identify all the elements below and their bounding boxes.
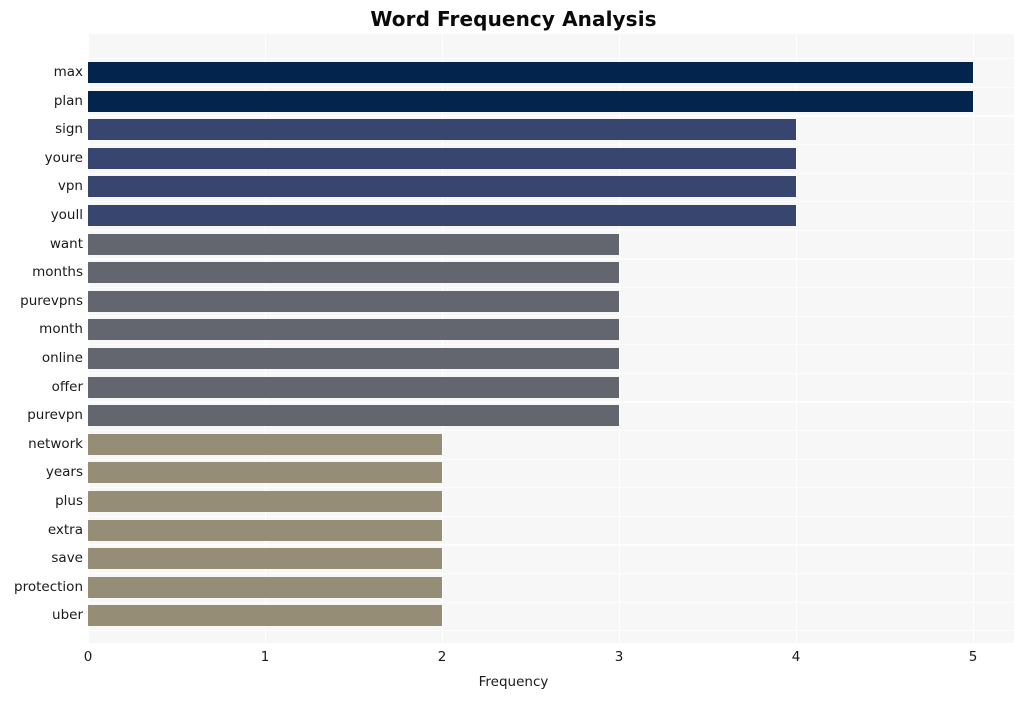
bar [88,176,796,198]
y-axis-tick-label: extra [47,521,83,538]
x-axis-tick-label: 3 [614,649,624,665]
bar [88,605,442,627]
bar [88,233,619,255]
y-axis-tick-label: month [39,321,83,338]
y-axis-tick-label: months [32,264,83,281]
chart-title: Word Frequency Analysis [370,7,657,31]
y-axis-tick-label: purevpn [27,407,83,424]
bar [88,433,442,455]
bar [88,147,796,169]
y-axis-tick-label: vpn [57,178,83,195]
bars-layer [88,34,1014,643]
y-axis-tick-label: years [45,464,83,481]
y-axis-tick-label: plus [55,493,83,509]
bar [88,348,619,369]
bar [88,290,619,312]
y-axis-tick-label: protection [14,578,83,595]
y-axis-tick-labels: max plan sign youre vpn youll want months purevp… [0,34,83,643]
y-axis-tick-label: online [41,350,83,366]
bar [88,90,973,112]
y-axis-tick-label: sign [55,121,83,138]
x-axis-tick-label: 5 [968,649,978,665]
bar [88,462,442,484]
bar [88,405,619,427]
y-axis-tick-label: uber [52,607,83,624]
bar [88,205,796,226]
x-axis-tick-label: 0 [83,649,93,665]
bar [88,576,442,598]
x-axis-title: Frequency [478,674,549,690]
bar [88,491,442,512]
y-axis-tick-label: want [49,235,83,252]
y-axis-tick-label: network [28,435,83,452]
x-axis-tick-label: 4 [791,649,801,665]
y-axis-tick-label: save [51,550,83,567]
word-frequency-bar-chart: Word Frequency Analysis max plan sign youre… [0,0,1027,701]
x-axis-tick-label: 1 [260,649,270,665]
plot-area [88,34,1014,643]
x-axis-tick-labels: 0 1 2 3 4 5 [0,648,1027,668]
bar [88,262,619,284]
bar [88,519,442,541]
y-axis-tick-label: youre [44,149,83,166]
bar [88,62,973,83]
bar [88,119,796,141]
y-axis-tick-label: plan [53,92,83,109]
x-axis-tick-label: 2 [437,649,447,665]
y-axis-tick-label: purevpns [20,292,83,309]
y-axis-tick-label: offer [51,378,83,395]
bar [88,376,619,398]
y-axis-tick-label: max [53,64,83,80]
bar [88,319,619,341]
bar [88,548,442,570]
y-axis-tick-label: youll [50,207,83,223]
